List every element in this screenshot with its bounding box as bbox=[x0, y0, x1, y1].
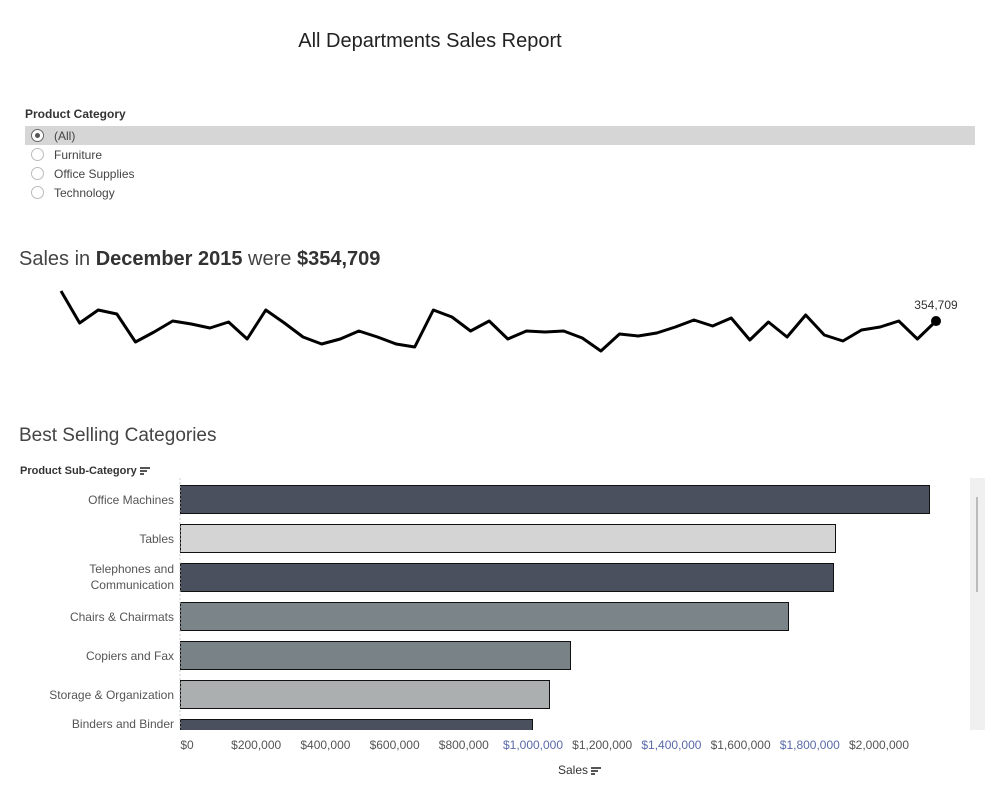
bar[interactable] bbox=[180, 719, 533, 730]
x-tick-label: $200,000 bbox=[231, 738, 282, 752]
x-tick-label: $1,800,000 bbox=[779, 738, 840, 752]
x-tick-label: $1,600,000 bbox=[710, 738, 771, 752]
x-axis-title: Sales bbox=[558, 763, 589, 777]
x-tick-label: $1,000,000 bbox=[502, 738, 564, 752]
x-tick-label: $600,000 bbox=[369, 738, 420, 752]
category-label: Chairs & Chairmats bbox=[69, 610, 174, 624]
y-axis-header[interactable]: Product Sub-Category bbox=[20, 465, 150, 477]
bar[interactable] bbox=[180, 602, 789, 631]
trend-line bbox=[59, 290, 938, 353]
category-label: Copiers and Fax bbox=[85, 649, 174, 663]
sort-icon[interactable] bbox=[591, 766, 602, 776]
category-label: Office Machines bbox=[88, 493, 174, 507]
category-label: Binders and Binder bbox=[71, 717, 174, 731]
x-tick-label: $800,000 bbox=[438, 738, 489, 752]
x-tick-label: $1,200,000 bbox=[572, 738, 633, 752]
x-tick-label: $400,000 bbox=[300, 738, 351, 752]
y-axis-title: Product Sub-Category bbox=[20, 465, 137, 477]
sort-icon[interactable] bbox=[139, 466, 150, 476]
sales-trend-line-chart: 354,709 bbox=[59, 290, 958, 353]
bar[interactable] bbox=[180, 641, 571, 670]
category-label: Telephones and Communication bbox=[89, 562, 174, 592]
bar[interactable] bbox=[180, 485, 931, 514]
last-point-label: 354,709 bbox=[914, 298, 958, 312]
x-tick-label: $1,400,000 bbox=[641, 738, 702, 752]
x-tick-label: $0 bbox=[180, 738, 194, 752]
last-point-marker bbox=[931, 316, 941, 327]
bar[interactable] bbox=[180, 563, 834, 592]
x-tick-label: $2,000,000 bbox=[848, 738, 910, 752]
category-label: Tables bbox=[139, 532, 174, 546]
bar[interactable] bbox=[180, 524, 837, 553]
scrollbar-thumb[interactable] bbox=[976, 497, 978, 592]
chart-title: Best Selling Categories bbox=[19, 425, 217, 446]
category-label: Storage & Organization bbox=[49, 688, 174, 702]
bar[interactable] bbox=[180, 680, 550, 709]
x-axis-header[interactable]: Sales bbox=[558, 763, 602, 777]
